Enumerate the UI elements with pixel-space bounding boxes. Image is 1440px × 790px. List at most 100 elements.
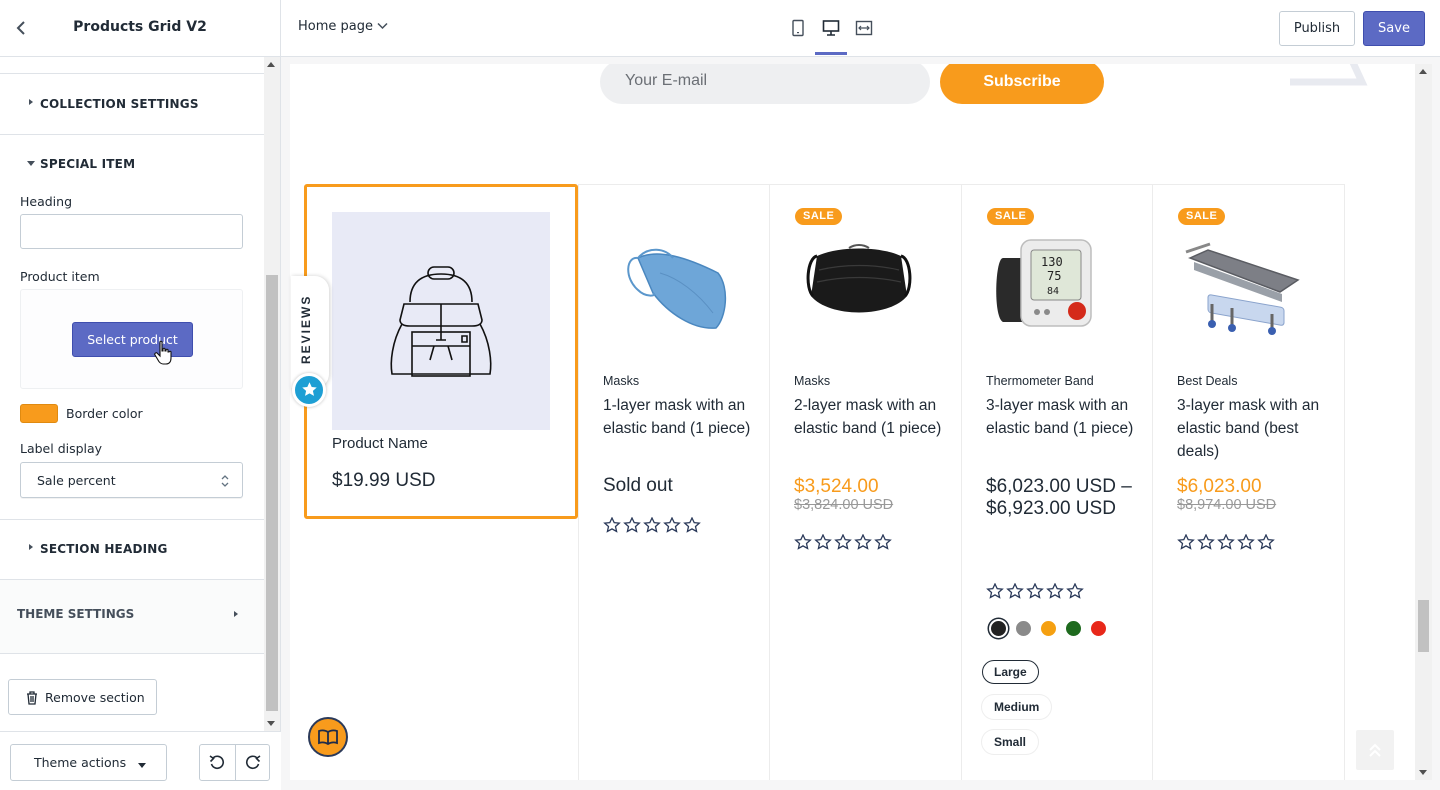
label-display-label: Label display bbox=[20, 441, 103, 456]
star-outline-icon bbox=[1066, 582, 1086, 603]
sidebar-footer: Theme actions bbox=[0, 731, 281, 790]
preview-scrollbar[interactable] bbox=[1415, 64, 1432, 780]
expand-arrow-icon bbox=[29, 544, 33, 550]
product-title[interactable]: 1-layer mask with an elastic band (1 pie… bbox=[603, 394, 753, 440]
border-color-label: Border color bbox=[66, 406, 143, 421]
star-outline-icon bbox=[986, 582, 1006, 603]
black-mask-image[interactable] bbox=[789, 218, 929, 336]
full-width-view-icon[interactable] bbox=[855, 19, 873, 37]
theme-settings-title: THEME SETTINGS bbox=[17, 607, 135, 621]
section-heading-section[interactable]: SECTION HEADING bbox=[0, 520, 264, 580]
collection-settings-title: COLLECTION SETTINGS bbox=[40, 97, 199, 111]
collapse-arrow-icon[interactable] bbox=[27, 161, 35, 166]
remove-section-label: Remove section bbox=[45, 690, 145, 705]
chevron-down-icon bbox=[377, 22, 388, 30]
redo-icon[interactable] bbox=[244, 754, 262, 772]
star-outline-icon bbox=[874, 533, 894, 554]
sidebar-scrollbar[interactable] bbox=[264, 57, 280, 731]
subscribe-button[interactable]: Subscribe bbox=[940, 64, 1104, 104]
color-swatch[interactable] bbox=[1066, 621, 1081, 636]
theme-settings-row[interactable]: THEME SETTINGS bbox=[0, 580, 264, 654]
price-range: $6,023.00 USD – $6,923.00 USD bbox=[986, 476, 1132, 519]
color-swatch[interactable] bbox=[1016, 621, 1031, 636]
grid-border bbox=[1152, 184, 1153, 780]
star-outline-icon bbox=[1257, 533, 1277, 554]
label-display-select[interactable]: Sale percent bbox=[20, 462, 243, 498]
book-icon bbox=[318, 729, 338, 746]
product-title[interactable]: 2-layer mask with an elastic band (1 pie… bbox=[794, 394, 944, 440]
border-color-swatch[interactable] bbox=[20, 404, 58, 423]
decorative-shape bbox=[1290, 64, 1368, 86]
svg-text:130: 130 bbox=[1041, 255, 1063, 269]
heading-label: Heading bbox=[20, 194, 73, 209]
special-item-section: SPECIAL ITEM Heading Product item Select… bbox=[0, 135, 264, 520]
page-selector[interactable]: Home page bbox=[298, 19, 388, 34]
product-item-label: Product item bbox=[20, 269, 100, 284]
save-button[interactable]: Save bbox=[1363, 11, 1425, 46]
publish-button[interactable]: Publish bbox=[1279, 11, 1355, 46]
storefront-preview: Your E-mail Subscribe Product Name $19.9… bbox=[290, 64, 1415, 780]
reviews-tab-label: REVIEWS bbox=[299, 294, 313, 364]
svg-text:84: 84 bbox=[1047, 286, 1059, 297]
special-product-name[interactable]: Product Name bbox=[332, 435, 428, 452]
editor-topbar: Home page Publish Save bbox=[281, 0, 1440, 57]
email-input[interactable]: Your E-mail bbox=[600, 64, 930, 104]
sidebar-header: Products Grid V2 bbox=[0, 0, 280, 57]
section-title: Products Grid V2 bbox=[73, 19, 207, 35]
sidebar-settings-panel: COLLECTION SETTINGS SPECIAL ITEM Heading… bbox=[0, 57, 264, 731]
scroll-down-icon[interactable] bbox=[267, 721, 275, 726]
section-heading-title: SECTION HEADING bbox=[40, 542, 168, 556]
remove-section-button[interactable]: Remove section bbox=[8, 679, 157, 715]
star-outline-icon bbox=[1177, 533, 1197, 554]
scrollbar-thumb[interactable] bbox=[266, 275, 278, 711]
scroll-up-icon[interactable] bbox=[1419, 69, 1427, 74]
product-vendor: Masks bbox=[794, 374, 831, 388]
rating-stars bbox=[603, 516, 713, 533]
size-option-small[interactable]: Small bbox=[982, 730, 1039, 754]
back-to-top-button[interactable] bbox=[1356, 730, 1394, 770]
trash-icon bbox=[27, 691, 37, 705]
select-product-button[interactable]: Select product bbox=[72, 322, 193, 357]
blue-mask-image[interactable] bbox=[598, 218, 738, 336]
product-title[interactable]: 3-layer mask with an elastic band (1 pie… bbox=[986, 394, 1136, 440]
reviews-star-button[interactable] bbox=[292, 373, 326, 407]
product-picker: Select product bbox=[20, 289, 243, 389]
scroll-up-icon[interactable] bbox=[267, 62, 275, 67]
size-option-medium[interactable]: Medium bbox=[982, 695, 1052, 719]
blood-pressure-monitor-image[interactable]: 130 75 84 bbox=[981, 218, 1121, 336]
scroll-down-icon[interactable] bbox=[1419, 770, 1427, 775]
star-outline-icon bbox=[603, 516, 623, 537]
star-outline-icon bbox=[1026, 582, 1046, 603]
heading-input[interactable] bbox=[20, 214, 243, 249]
color-swatches bbox=[986, 621, 1126, 643]
scrollbar-thumb[interactable] bbox=[1418, 600, 1429, 652]
hospital-stretcher-image[interactable] bbox=[1172, 218, 1312, 336]
color-swatch[interactable] bbox=[991, 621, 1006, 636]
product-vendor: Best Deals bbox=[1177, 374, 1238, 388]
desktop-view-icon[interactable] bbox=[822, 19, 840, 37]
color-swatch[interactable] bbox=[1041, 621, 1056, 636]
rating-stars bbox=[794, 533, 904, 550]
page-selector-label: Home page bbox=[298, 19, 373, 34]
backpack-placeholder-image[interactable] bbox=[332, 212, 550, 430]
special-item-card[interactable]: Product Name $19.99 USD bbox=[304, 184, 578, 519]
rating-stars bbox=[986, 582, 1096, 599]
collection-settings-section[interactable]: COLLECTION SETTINGS bbox=[0, 73, 264, 135]
product-title[interactable]: 3-layer mask with an elastic band (best … bbox=[1177, 394, 1327, 463]
color-swatch[interactable] bbox=[1091, 621, 1106, 636]
hand-cursor-icon bbox=[154, 340, 172, 365]
star-outline-icon bbox=[834, 533, 854, 554]
mobile-view-icon[interactable] bbox=[789, 19, 807, 37]
undo-icon[interactable] bbox=[208, 754, 226, 772]
double-chevron-up-icon bbox=[1369, 743, 1381, 757]
expand-arrow-icon bbox=[29, 99, 33, 105]
size-option-large[interactable]: Large bbox=[982, 660, 1039, 684]
decorative-shape bbox=[420, 64, 450, 70]
compare-at-price: $3,824.00 USD bbox=[794, 497, 894, 513]
rating-stars bbox=[1177, 533, 1287, 550]
theme-actions-button[interactable]: Theme actions bbox=[10, 744, 167, 781]
reviews-tab[interactable]: REVIEWS bbox=[291, 276, 331, 388]
star-outline-icon bbox=[1197, 533, 1217, 554]
special-item-title[interactable]: SPECIAL ITEM bbox=[40, 157, 135, 171]
book-widget-button[interactable] bbox=[308, 717, 348, 757]
